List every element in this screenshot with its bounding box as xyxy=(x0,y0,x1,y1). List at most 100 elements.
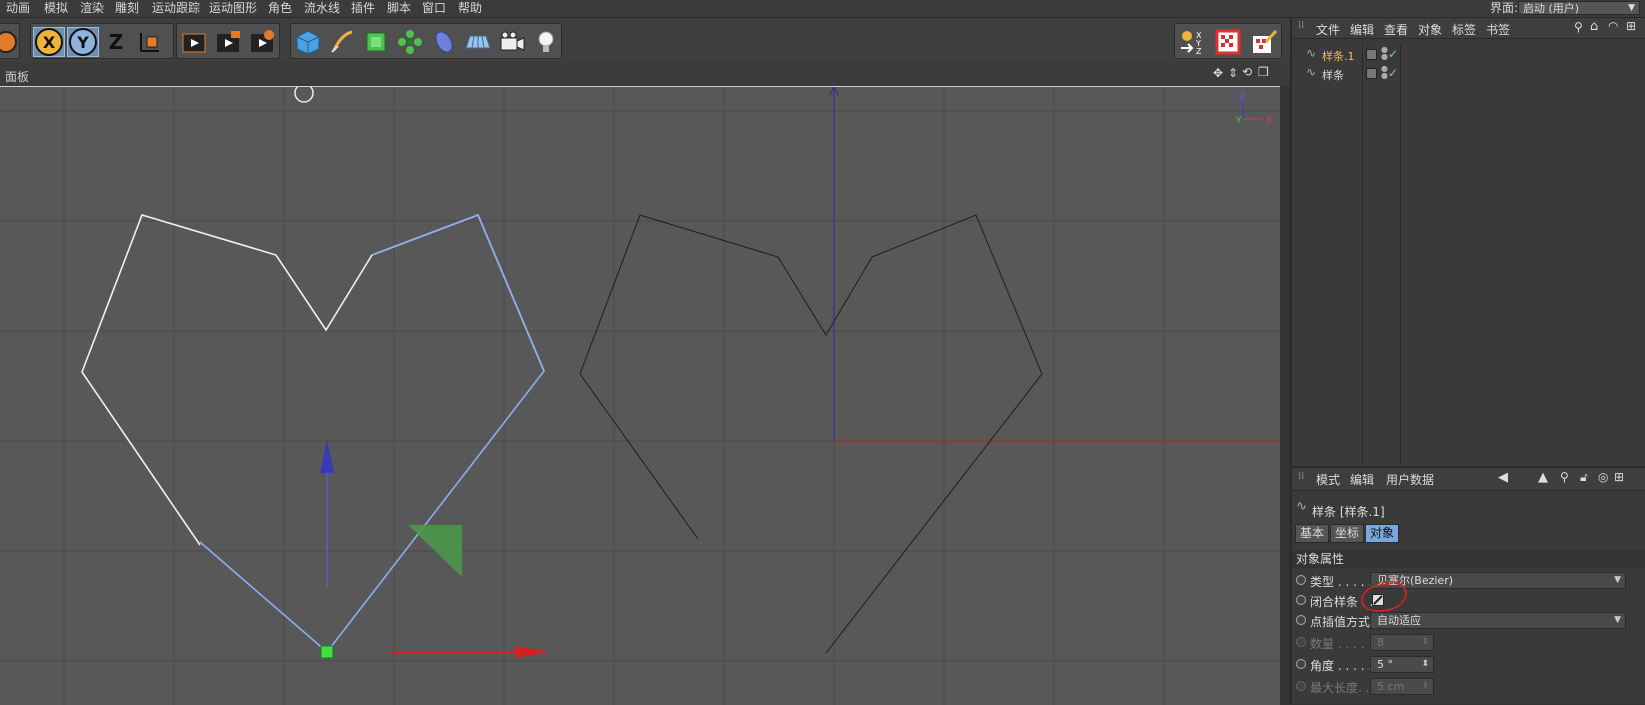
enabled-check-icon[interactable]: ✓ xyxy=(1388,47,1398,61)
am-menu-edit[interactable]: 编辑 xyxy=(1350,471,1374,488)
gizmo-x-arrow[interactable] xyxy=(515,646,550,658)
render-settings-icon xyxy=(251,30,274,52)
up-arrow-icon[interactable]: ▲ xyxy=(1538,470,1548,485)
am-menu-user-data[interactable]: 用户数据 xyxy=(1386,471,1434,488)
z-axis-lock-button[interactable]: Z xyxy=(101,27,131,57)
om-menu-object[interactable]: 对象 xyxy=(1418,21,1442,38)
object-name[interactable]: 样条 xyxy=(1322,67,1344,83)
angle-stepper[interactable]: 5 ° ⬍ xyxy=(1370,656,1434,673)
object-name[interactable]: 样条.1 xyxy=(1322,48,1355,64)
y-axis-lock-button[interactable]: Y xyxy=(67,27,99,57)
panel-menu[interactable]: 面板 xyxy=(5,68,29,85)
prop-angle: 角度 . . . . . 5 ° ⬍ xyxy=(1292,655,1645,675)
right-panel: ⁞⁞ 文件 编辑 查看 对象 标签 书签 ⚲ ⌂ ◠ ⊞ ∿ 样条.1 ● ● ✓… xyxy=(1290,18,1645,704)
tab-coord[interactable]: 坐标 xyxy=(1330,524,1365,543)
deformer-button[interactable] xyxy=(429,27,459,57)
viewport-header: 面板 ✥ ⇕ ⟲ ❐ xyxy=(0,62,1290,86)
light-button[interactable] xyxy=(531,27,561,57)
stepper-arrows-icon: ⬍ xyxy=(1421,637,1429,647)
target-icon[interactable]: ◎ xyxy=(1598,470,1608,484)
svg-text:Z: Z xyxy=(1196,47,1202,56)
render-view-button[interactable] xyxy=(179,27,209,57)
rotate-view-icon[interactable]: ⟲ xyxy=(1242,65,1252,79)
object-row[interactable]: ∿ 样条 ● ● ✓ xyxy=(1292,65,1645,84)
mograph-cloner-icon xyxy=(398,30,422,54)
menu-character[interactable]: 角色 xyxy=(268,0,292,17)
am-menu-mode[interactable]: 模式 xyxy=(1316,471,1340,488)
coordinate-system-button[interactable] xyxy=(135,27,165,57)
zoom-view-icon[interactable]: ⇕ xyxy=(1228,66,1238,80)
mograph-cloner-button[interactable] xyxy=(395,27,425,57)
menu-animation[interactable]: 动画 xyxy=(6,0,30,17)
animate-radio[interactable] xyxy=(1296,575,1306,585)
tab-object[interactable]: 对象 xyxy=(1365,524,1400,543)
workplane-button[interactable]: XYZ xyxy=(1177,27,1207,57)
paint-mode-button[interactable] xyxy=(1249,27,1279,57)
render-settings-button[interactable] xyxy=(247,27,277,57)
object-row[interactable]: ∿ 样条.1 ● ● ✓ xyxy=(1292,46,1645,65)
viewport-3d[interactable]: Z Y X xyxy=(0,86,1280,705)
animate-radio[interactable] xyxy=(1296,615,1306,625)
search-icon[interactable]: ⚲ xyxy=(1574,20,1583,34)
layer-chip[interactable] xyxy=(1366,49,1377,60)
layer-chip[interactable] xyxy=(1366,68,1377,79)
orient-z-label: Z xyxy=(1239,92,1245,102)
selection-tool-button[interactable] xyxy=(0,27,17,57)
animate-radio[interactable] xyxy=(1296,595,1306,605)
tab-basic[interactable]: 基本 xyxy=(1295,524,1330,543)
texture-mode-button[interactable] xyxy=(1213,27,1243,57)
menu-sculpt[interactable]: 雕刻 xyxy=(115,0,139,17)
om-menu-view[interactable]: 查看 xyxy=(1384,21,1408,38)
toolbar-group-snap: XYZ xyxy=(1174,23,1282,59)
home-icon[interactable]: ⌂ xyxy=(1590,19,1598,34)
animate-radio xyxy=(1296,681,1306,691)
enabled-check-icon[interactable]: ✓ xyxy=(1388,66,1398,80)
subdivision-button[interactable] xyxy=(361,27,391,57)
new-panel-icon[interactable]: ⊞ xyxy=(1614,470,1624,484)
menu-window[interactable]: 窗口 xyxy=(422,0,446,17)
floor-button[interactable] xyxy=(463,27,493,57)
menu-help[interactable]: 帮助 xyxy=(458,0,482,17)
visibility-dots-icon[interactable]: ● ● xyxy=(1381,46,1388,61)
render-picture-viewer-button[interactable] xyxy=(213,27,243,57)
menu-render[interactable]: 渲染 xyxy=(80,0,104,17)
menu-simulate[interactable]: 模拟 xyxy=(44,0,68,17)
prop-label: 数量 . . . . . xyxy=(1310,637,1373,651)
menu-plugins[interactable]: 插件 xyxy=(351,0,375,17)
toolbar-group-objects xyxy=(290,23,562,59)
om-column-divider xyxy=(1362,44,1363,464)
expand-icon[interactable]: ⊞ xyxy=(1626,19,1636,33)
menu-motion-tracking[interactable]: 运动跟踪 xyxy=(152,0,200,17)
move-view-icon[interactable]: ✥ xyxy=(1213,66,1223,80)
pen-button[interactable] xyxy=(327,27,357,57)
toolbar-group-axes: X Y Z xyxy=(30,23,174,59)
animate-radio[interactable] xyxy=(1296,659,1306,669)
grip-icon[interactable]: ⁞⁞ xyxy=(1298,471,1304,482)
x-axis-icon: X xyxy=(35,28,63,56)
om-menu-tags[interactable]: 标签 xyxy=(1452,21,1476,38)
back-arrow-icon[interactable]: ◀ xyxy=(1498,470,1508,485)
cube-button[interactable] xyxy=(293,27,323,57)
spline-outline[interactable] xyxy=(579,214,1043,654)
layout-select[interactable]: 启动 (用户) ▼ xyxy=(1518,1,1640,15)
selected-spline-white-segment[interactable] xyxy=(81,213,545,546)
search-icon[interactable]: ⚲ xyxy=(1560,470,1569,484)
maximize-view-icon[interactable]: ❐ xyxy=(1258,65,1269,79)
om-menu-edit[interactable]: 编辑 xyxy=(1350,21,1374,38)
lock-icon[interactable]: 🔓︎ xyxy=(1580,470,1588,485)
gizmo-y-arrow[interactable] xyxy=(320,439,334,473)
number-stepper: 8 ⬍ xyxy=(1370,634,1434,651)
om-menu-bookmarks[interactable]: 书签 xyxy=(1486,21,1510,38)
x-axis-lock-button[interactable]: X xyxy=(33,27,65,57)
menu-mograph[interactable]: 运动图形 xyxy=(209,0,257,17)
menu-pipeline[interactable]: 流水线 xyxy=(304,0,340,17)
selected-spline-blue-segment[interactable] xyxy=(199,213,545,654)
camera-button[interactable] xyxy=(497,27,527,57)
stepper-arrows-icon[interactable]: ⬍ xyxy=(1421,657,1429,672)
menu-script[interactable]: 脚本 xyxy=(387,0,411,17)
visibility-dots-icon[interactable]: ● ● xyxy=(1381,65,1388,80)
om-menu-file[interactable]: 文件 xyxy=(1316,21,1340,38)
gizmo-origin[interactable] xyxy=(320,645,334,659)
eye-icon[interactable]: ◠ xyxy=(1608,19,1618,33)
grip-icon[interactable]: ⁞⁞ xyxy=(1298,20,1304,31)
